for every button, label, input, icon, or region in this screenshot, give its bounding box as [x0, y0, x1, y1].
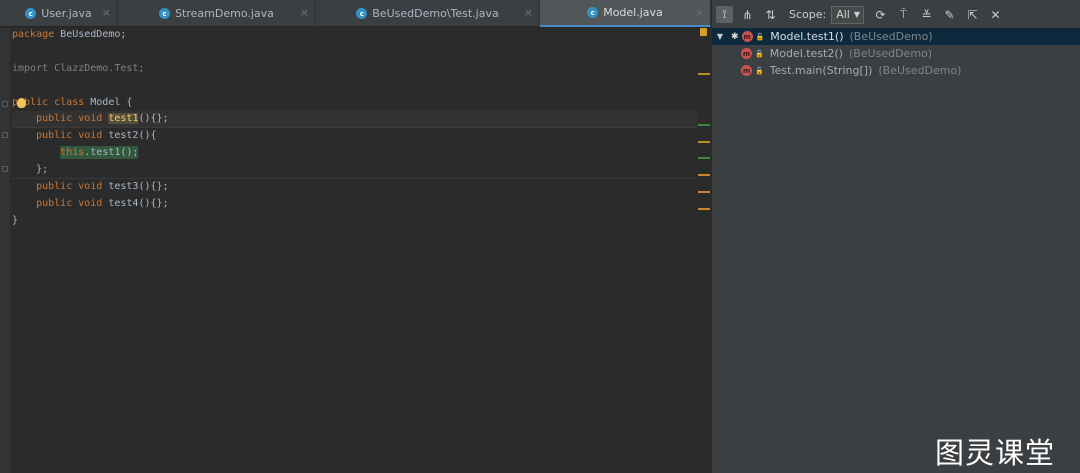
- tree-node-label: Model.test1(): [770, 30, 844, 43]
- close-icon[interactable]: ✕: [987, 6, 1004, 23]
- pin-icon[interactable]: ✎: [941, 6, 958, 23]
- stripe-mark[interactable]: [698, 73, 710, 75]
- code-line: import ClazzDemo.Test;: [12, 62, 145, 74]
- expand-triangle-icon[interactable]: ▼: [715, 32, 725, 41]
- method-icon: m: [741, 48, 752, 59]
- error-stripe[interactable]: [697, 27, 711, 473]
- tab-label: User.java: [41, 7, 92, 20]
- expand-all-icon[interactable]: ≚: [918, 6, 935, 23]
- code-line: public class Model {: [12, 96, 133, 108]
- close-tab-icon[interactable]: ×: [524, 7, 533, 19]
- public-visibility-icon: 🔓: [755, 66, 764, 75]
- close-tab-icon[interactable]: ×: [695, 7, 704, 19]
- export-icon[interactable]: ⇱: [964, 6, 981, 23]
- caller-hierarchy-icon[interactable]: ⟟: [716, 6, 733, 23]
- java-class-icon: c: [356, 8, 368, 19]
- tree-node-package: (BeUsedDemo): [878, 64, 962, 77]
- method-usage-highlight: this.test1();: [60, 146, 139, 160]
- chevron-down-icon: ▼: [853, 10, 861, 19]
- tab-label: StreamDemo.java: [175, 7, 274, 20]
- call-hierarchy-panel: ⟟ ⋔ ⇅ Scope: All ▼ ⟳ ⍑ ≚ ✎ ⇱ ✕ ▼ ✱ m 🔓 Mo…: [711, 0, 1080, 473]
- editor-pane: c User.java × c StreamDemo.java × c BeUs…: [0, 0, 711, 473]
- code-line: public void test2(){: [36, 130, 157, 142]
- fold-marker-icon[interactable]: [2, 132, 8, 138]
- inspection-status-icon[interactable]: [700, 28, 707, 36]
- public-visibility-icon: 🔓: [755, 49, 764, 58]
- code-area[interactable]: package BeUsedDemo; import ClazzDemo.Tes…: [12, 27, 698, 230]
- refresh-icon[interactable]: ⟳: [872, 6, 889, 23]
- stripe-mark[interactable]: [698, 157, 710, 159]
- code-line: };: [12, 162, 698, 180]
- code-line: package BeUsedDemo;: [12, 29, 127, 40]
- tab-label: Model.java: [603, 6, 663, 19]
- public-visibility-icon: 🔓: [755, 32, 765, 41]
- java-class-icon: c: [587, 7, 599, 18]
- hierarchy-tree: ▼ ✱ m 🔓 Model.test1() (BeUsedDemo) m 🔓 M…: [712, 28, 1080, 79]
- hierarchy-toolbar: ⟟ ⋔ ⇅ Scope: All ▼ ⟳ ⍑ ≚ ✎ ⇱ ✕: [712, 0, 1080, 29]
- editor-gutter[interactable]: [0, 28, 10, 473]
- watermark-text: 图灵课堂: [935, 436, 1056, 470]
- intention-bulb-icon[interactable]: [17, 97, 26, 108]
- code-line-current: public void test1(){};: [12, 111, 698, 129]
- tab-beuseddemo-test-java[interactable]: c BeUsedDemo\Test.java ×: [316, 0, 540, 27]
- tree-node-model-test1[interactable]: ▼ ✱ m 🔓 Model.test1() (BeUsedDemo): [712, 28, 1080, 45]
- autoscroll-icon[interactable]: ⍑: [895, 6, 912, 23]
- code-line: public void test4(){};: [36, 197, 169, 209]
- code-line: public void test3(){};: [36, 181, 169, 193]
- tab-streamdemo-java[interactable]: c StreamDemo.java ×: [118, 0, 316, 27]
- tree-node-package: (BeUsedDemo): [848, 47, 933, 60]
- editor-tab-bar: c User.java × c StreamDemo.java × c BeUs…: [0, 0, 711, 27]
- fold-marker-icon[interactable]: [2, 166, 8, 172]
- stripe-mark[interactable]: [698, 124, 710, 126]
- stripe-mark[interactable]: [698, 208, 710, 210]
- scope-label: Scope:: [789, 8, 827, 21]
- tree-node-package: (BeUsedDemo): [849, 30, 933, 43]
- close-tab-icon[interactable]: ×: [102, 7, 111, 19]
- method-declaration-highlight: test1: [108, 113, 139, 125]
- java-class-icon: c: [159, 8, 171, 19]
- method-icon: m: [741, 31, 753, 42]
- stripe-mark[interactable]: [698, 174, 710, 176]
- java-class-icon: c: [25, 8, 37, 19]
- close-tab-icon[interactable]: ×: [300, 7, 309, 19]
- tree-node-label: Model.test2(): [769, 47, 843, 60]
- tab-label: BeUsedDemo\Test.java: [372, 7, 499, 20]
- tab-user-java[interactable]: c User.java ×: [0, 0, 118, 27]
- static-method-icon: m: [741, 65, 752, 76]
- root-star-icon: ✱: [731, 31, 739, 42]
- fold-marker-icon[interactable]: [2, 101, 8, 107]
- code-line: this.test1();: [12, 145, 698, 162]
- code-line: }: [12, 214, 19, 226]
- ide-window: c User.java × c StreamDemo.java × c BeUs…: [0, 0, 1080, 473]
- callee-hierarchy-icon[interactable]: ⋔: [739, 6, 756, 23]
- tree-node-label: Test.main(String[]): [769, 64, 873, 77]
- tree-node-model-test2[interactable]: m 🔓 Model.test2() (BeUsedDemo): [712, 45, 1080, 62]
- tab-model-java[interactable]: c Model.java ×: [540, 0, 711, 27]
- sort-alphabetically-icon[interactable]: ⇅: [762, 6, 779, 23]
- stripe-mark[interactable]: [698, 191, 710, 193]
- stripe-mark[interactable]: [698, 141, 710, 143]
- tree-node-test-main[interactable]: m 🔓 Test.main(String[]) (BeUsedDemo): [712, 62, 1080, 79]
- scope-select[interactable]: All ▼: [831, 5, 865, 24]
